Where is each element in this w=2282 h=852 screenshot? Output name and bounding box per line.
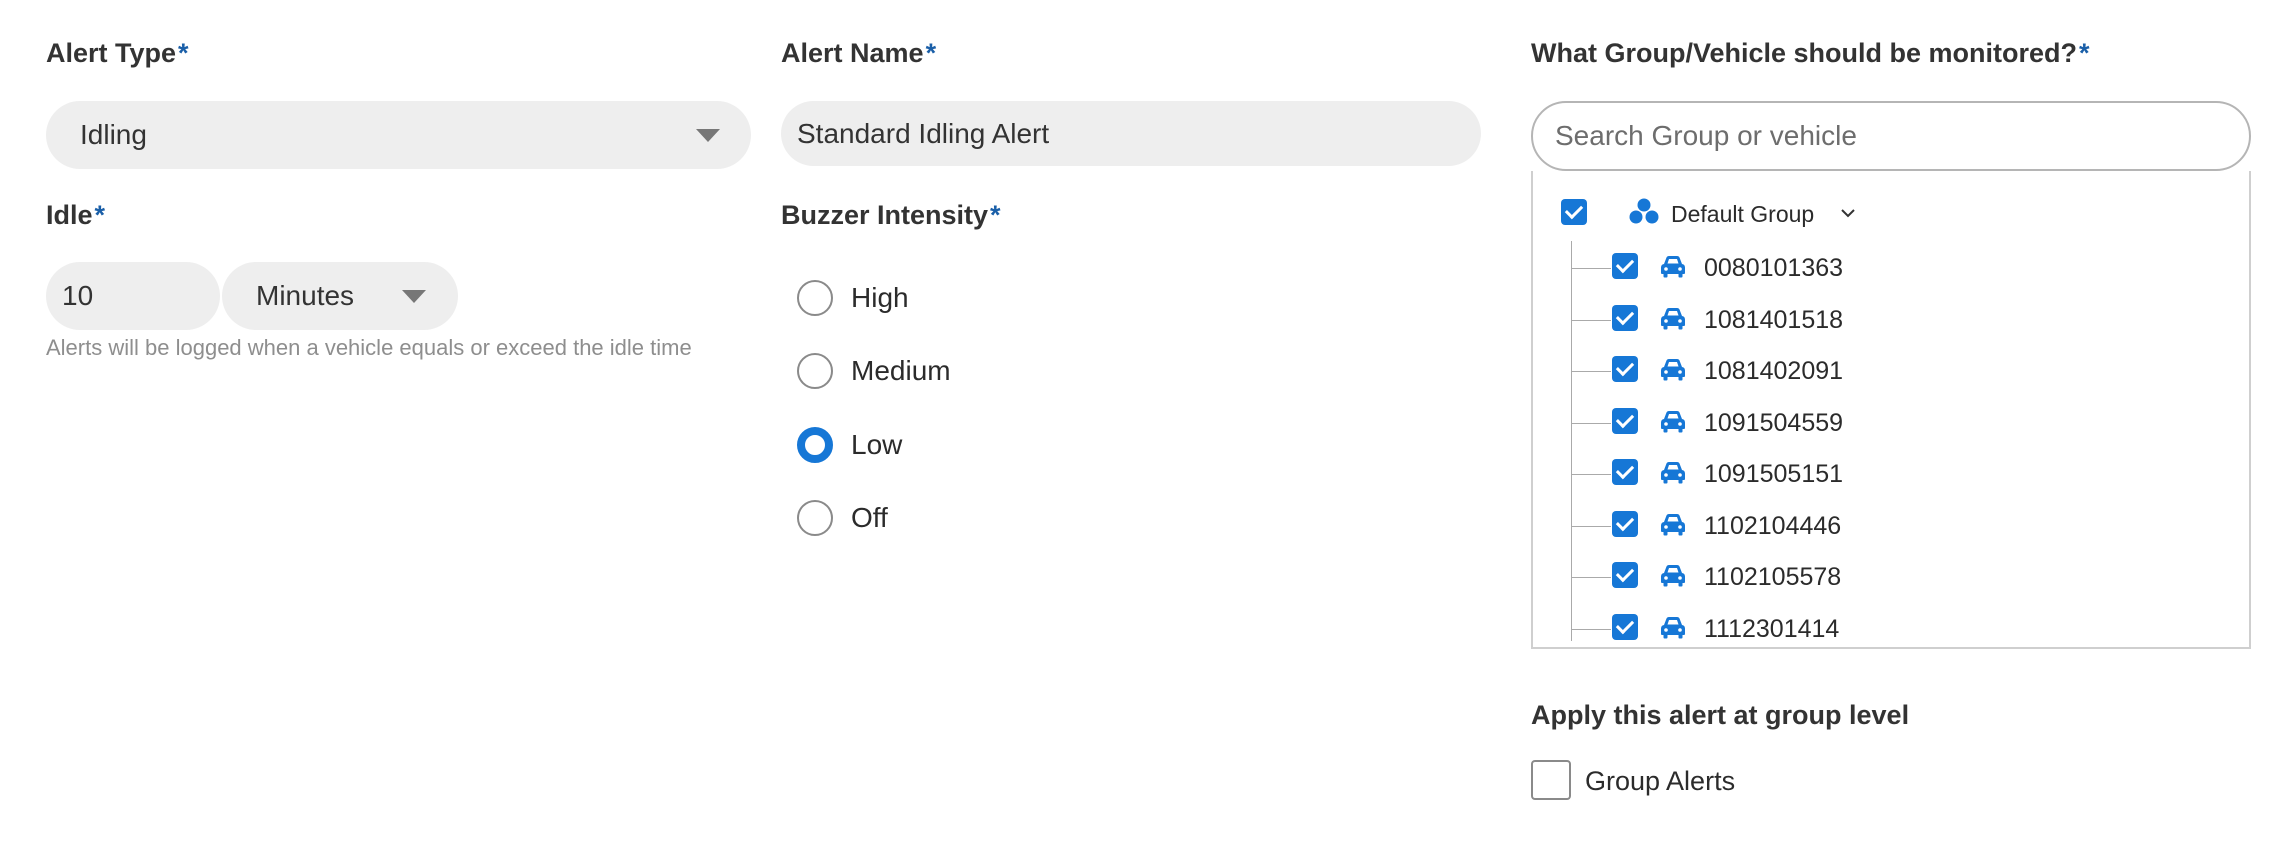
chevron-down-icon[interactable] <box>1839 204 1857 222</box>
tree-group-default[interactable]: Default Group <box>1561 195 1961 229</box>
radio-button[interactable] <box>797 353 833 389</box>
tree-connector-line <box>1571 525 1611 527</box>
alert-name-value: Standard Idling Alert <box>797 117 1050 149</box>
group-icon <box>1629 198 1659 224</box>
monitor-label: What Group/Vehicle should be monitored?* <box>1531 38 2090 69</box>
vehicle-id: 1102104446 <box>1704 511 1842 540</box>
idle-label: Idle* <box>46 200 105 231</box>
required-marker: * <box>990 200 1001 230</box>
idle-hint: Alerts will be logged when a vehicle equ… <box>46 335 692 360</box>
idle-unit-select[interactable]: Minutes <box>222 262 458 330</box>
buzzer-intensity-label-text: Buzzer Intensity <box>781 200 989 230</box>
radio-option-low[interactable]: Low <box>797 427 902 463</box>
tree-connector-line <box>1571 422 1611 424</box>
radio-option-high[interactable]: High <box>797 280 909 316</box>
vehicle-id: 1102105578 <box>1704 563 1842 591</box>
car-icon <box>1661 307 1685 329</box>
radio-button[interactable] <box>797 500 833 536</box>
radio-button[interactable] <box>797 280 833 316</box>
vehicle-id: 1091505151 <box>1704 460 1844 488</box>
idle-value-input[interactable]: 10 <box>46 262 220 330</box>
car-icon <box>1661 513 1685 535</box>
required-marker: * <box>2079 38 2090 68</box>
tree-vehicle-row[interactable]: 1112301414 <box>1571 610 2171 644</box>
tree-vehicle-row[interactable]: 1081401518 <box>1571 301 2171 335</box>
monitor-label-text: What Group/Vehicle should be monitored? <box>1531 38 2078 68</box>
group-checkbox[interactable] <box>1561 199 1587 225</box>
buzzer-intensity-label: Buzzer Intensity* <box>781 200 1001 231</box>
vehicle-checkbox[interactable] <box>1612 613 1638 640</box>
car-icon <box>1661 616 1685 638</box>
required-marker: * <box>178 38 189 68</box>
vehicle-id: 1112301414 <box>1704 614 1840 643</box>
alert-name-label-text: Alert Name <box>781 38 924 68</box>
vehicle-checkbox[interactable] <box>1612 407 1638 434</box>
tree-connector-line <box>1571 577 1611 578</box>
alert-type-selected-value: Idling <box>80 119 147 150</box>
group-level-label: Apply this alert at group level <box>1531 700 1910 730</box>
group-alerts-checkbox-label: Group Alerts <box>1585 766 1736 796</box>
radio-button-selected[interactable] <box>797 427 833 463</box>
car-icon <box>1661 565 1685 587</box>
vehicle-id: 1091504559 <box>1704 408 1844 437</box>
tree-vehicle-row[interactable]: 1102104446 <box>1571 507 2171 541</box>
idle-unit-selected-value: Minutes <box>256 280 355 311</box>
tree-vehicle-row[interactable]: 1091505151 <box>1571 455 2171 489</box>
radio-label: High <box>851 282 909 313</box>
radio-option-off[interactable]: Off <box>797 500 888 536</box>
tree-vehicle-row[interactable]: 1102105578 <box>1571 558 2171 592</box>
tree-vehicle-row[interactable]: 0080101363 <box>1571 249 2171 283</box>
caret-down-icon <box>696 129 720 142</box>
tree-connector-line <box>1571 319 1611 321</box>
radio-label: Off <box>851 502 888 533</box>
idle-value: 10 <box>62 280 94 311</box>
vehicle-id: 1081401518 <box>1704 305 1844 334</box>
radio-label: Medium <box>851 355 951 386</box>
tree-connector-line <box>1571 628 1611 630</box>
tree-connector-line <box>1571 268 1611 269</box>
vehicle-checkbox[interactable] <box>1612 304 1638 331</box>
alert-name-input[interactable]: Standard Idling Alert <box>781 101 1481 166</box>
idle-label-text: Idle <box>46 200 93 230</box>
alert-type-label-text: Alert Type <box>46 38 177 68</box>
radio-label: Low <box>851 429 903 460</box>
vehicle-checkbox[interactable] <box>1612 459 1638 485</box>
car-icon <box>1661 359 1685 381</box>
tree-connector-line <box>1571 371 1611 372</box>
vehicle-checkbox[interactable] <box>1612 510 1638 537</box>
group-label: Default Group <box>1671 201 1815 227</box>
car-icon <box>1661 462 1685 484</box>
vehicle-checkbox[interactable] <box>1612 356 1638 382</box>
vehicle-checkbox[interactable] <box>1612 253 1638 279</box>
group-vehicle-tree: Default Group 0080101363 1081401518 1081… <box>1531 171 2251 649</box>
tree-vehicle-row[interactable]: 1081402091 <box>1571 352 2171 386</box>
car-icon <box>1661 256 1685 278</box>
alert-type-label: Alert Type* <box>46 38 189 69</box>
tree-vehicle-row[interactable]: 1091504559 <box>1571 404 2171 438</box>
required-marker: * <box>925 38 937 68</box>
tree-connector-line <box>1571 474 1611 475</box>
radio-option-medium[interactable]: Medium <box>797 353 951 389</box>
vehicle-checkbox[interactable] <box>1612 562 1638 588</box>
alert-type-select[interactable]: Idling <box>46 101 751 169</box>
group-alerts-checkbox[interactable] <box>1531 760 1571 800</box>
caret-down-icon <box>402 290 426 303</box>
group-vehicle-search-input[interactable] <box>1531 101 2251 171</box>
vehicle-id: 0080101363 <box>1704 254 1844 282</box>
car-icon <box>1661 410 1685 432</box>
required-marker: * <box>94 200 106 230</box>
vehicle-id: 1081402091 <box>1704 357 1844 385</box>
alert-name-label: Alert Name* <box>781 38 936 69</box>
